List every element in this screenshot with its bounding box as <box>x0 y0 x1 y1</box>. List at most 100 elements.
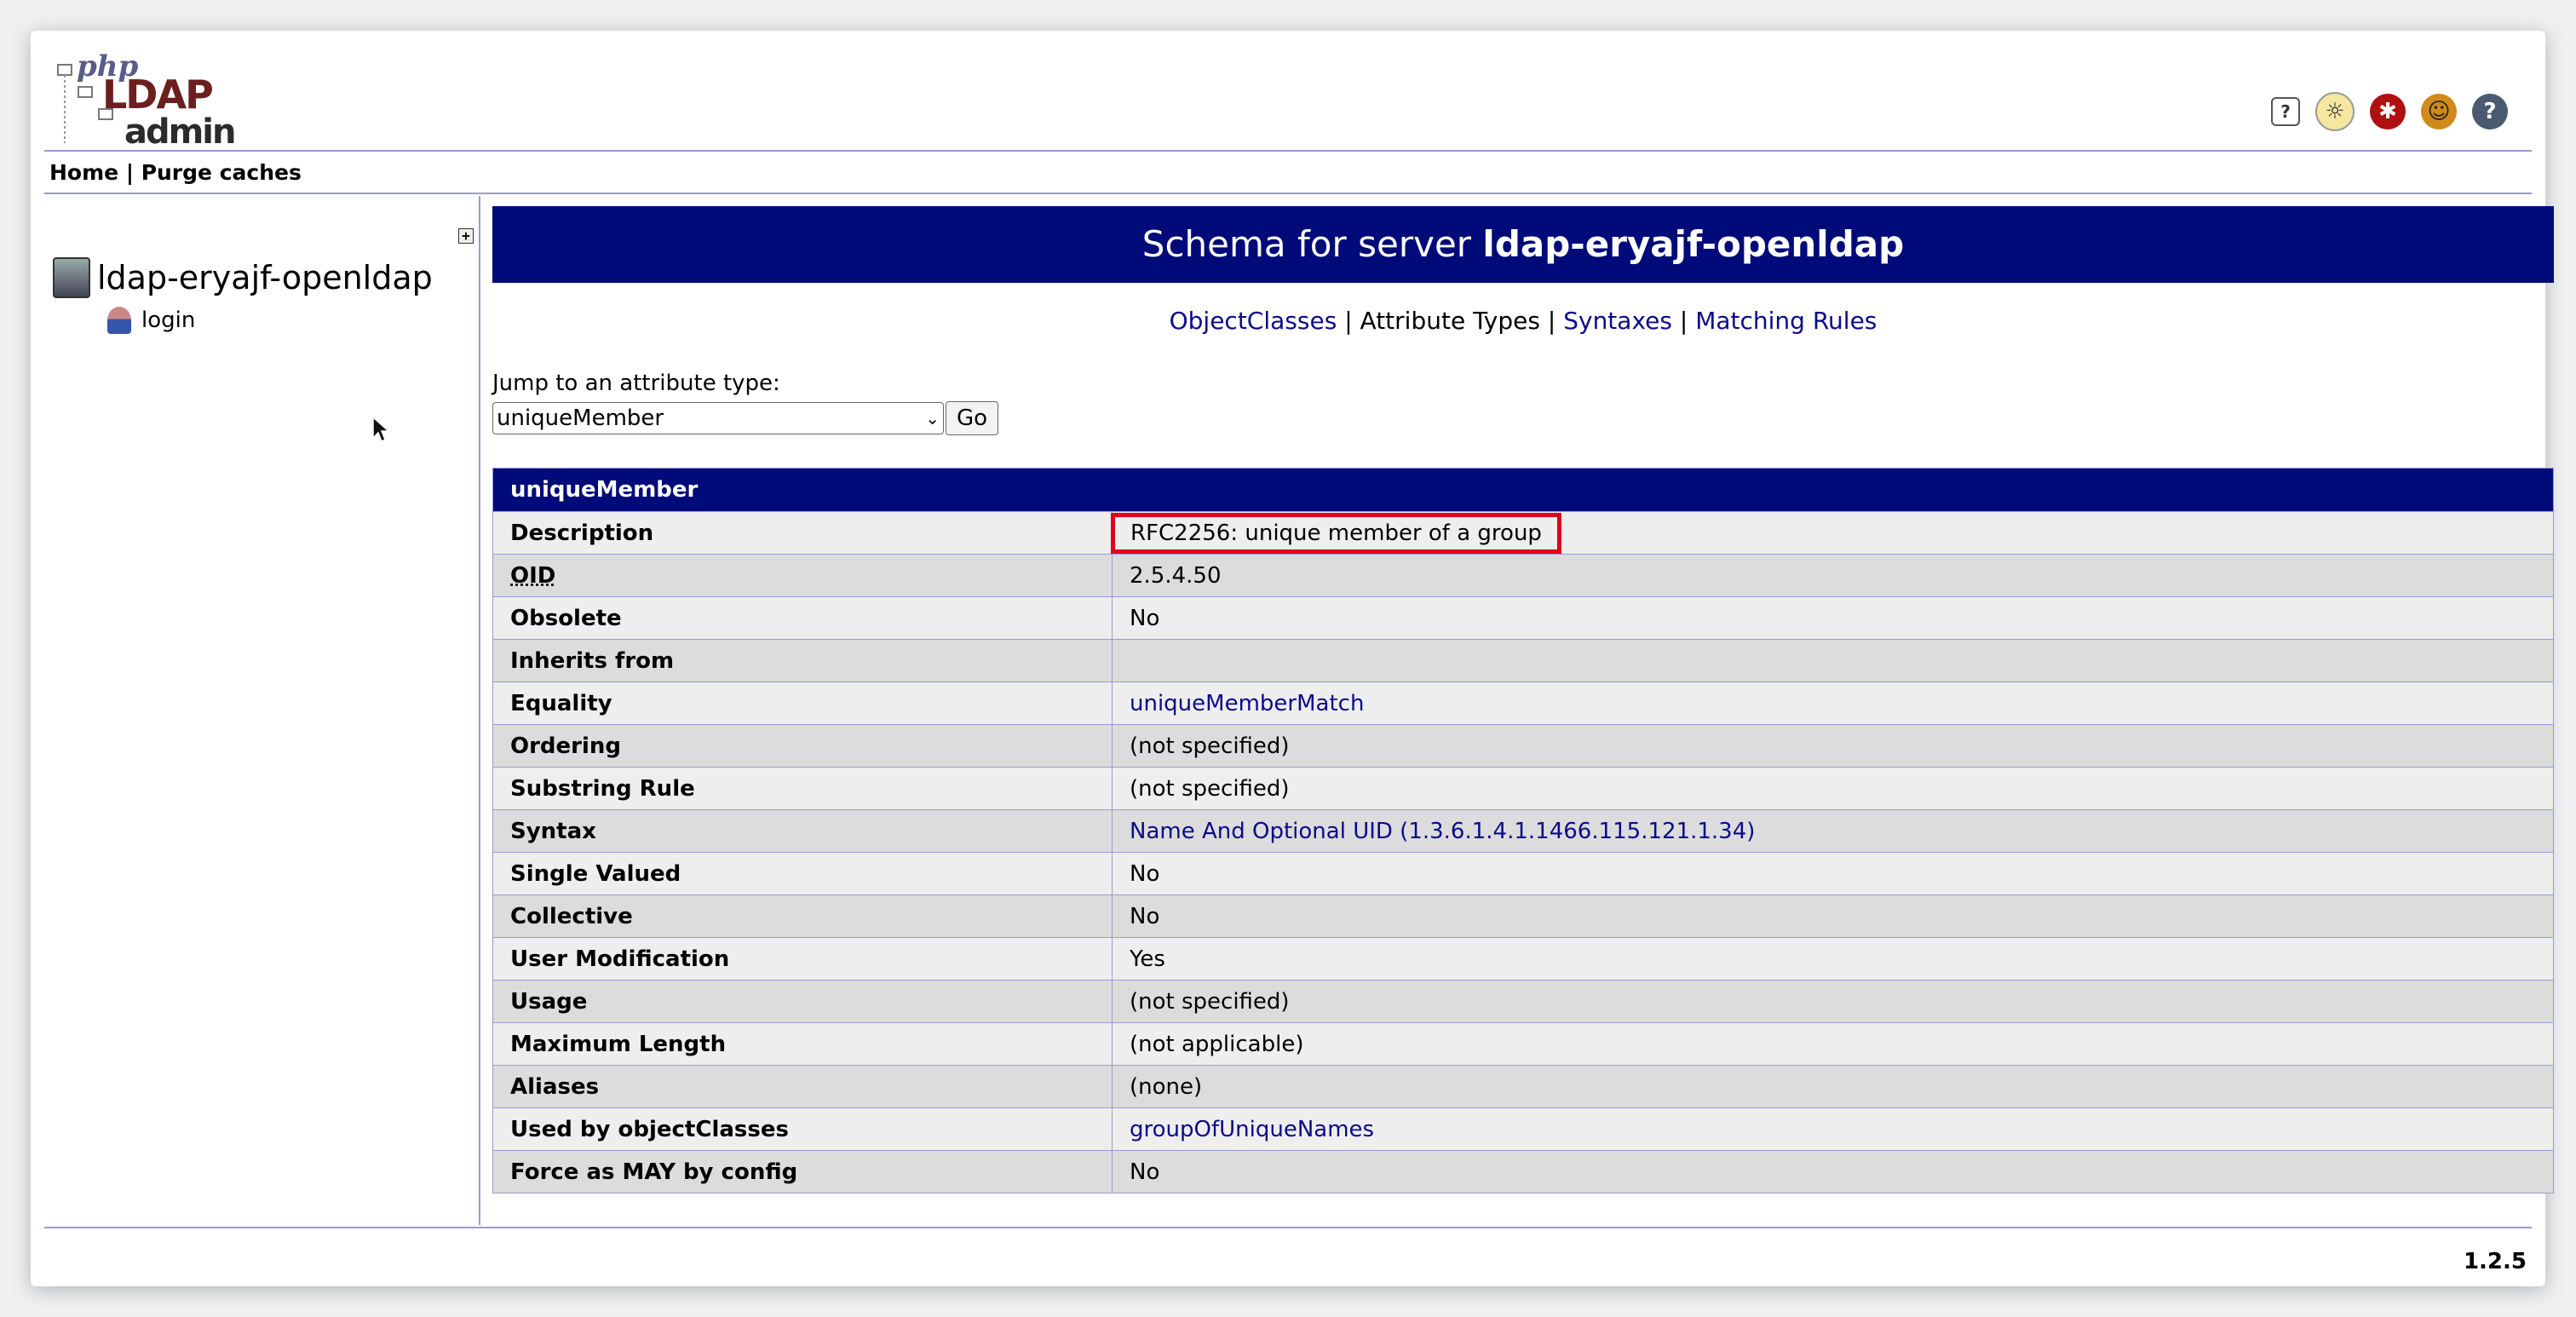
row-value: No <box>1112 894 2554 938</box>
table-row: Single Valued No <box>492 852 2554 895</box>
top-nav: Home | Purge caches <box>49 160 302 185</box>
tab-attribute-types: Attribute Types <box>1360 307 1540 335</box>
server-name[interactable]: ldap-eryajf-openldap <box>97 259 433 296</box>
table-row: Description RFC2256: unique member of a g… <box>492 511 2554 555</box>
jump-section: Jump to an attribute type: uniqueMember … <box>492 371 2554 435</box>
table-row: Syntax Name And Optional UID (1.3.6.1.4.1… <box>492 809 2554 853</box>
row-value: No <box>1112 1150 2554 1193</box>
value-text: No <box>1130 1159 1160 1185</box>
page-title: Schema for server ldap-eryajf-openldap <box>492 206 2554 283</box>
sidebar: + ldap-eryajf-openldap login <box>44 196 480 1225</box>
oid-abbr: OID <box>510 562 556 589</box>
server-tree-item[interactable]: ldap-eryajf-openldap <box>53 257 433 298</box>
go-button[interactable]: Go <box>946 401 999 435</box>
row-value: 2.5.4.50 <box>1112 554 2554 597</box>
row-key: Inherits from <box>492 639 1113 682</box>
row-value <box>1112 639 2554 682</box>
help-icon[interactable]: ? <box>2271 97 2300 126</box>
tab-syntaxes[interactable]: Syntaxes <box>1563 307 1672 335</box>
value-link[interactable]: groupOfUniqueNames <box>1130 1117 1374 1142</box>
tab-separator: | <box>1344 307 1353 335</box>
title-server: ldap-eryajf-openldap <box>1482 223 1905 265</box>
tab-separator: | <box>1679 307 1688 335</box>
row-value: (not specified) <box>1112 980 2554 1023</box>
attribute-name-header: uniqueMember <box>492 468 2554 512</box>
table-row: Equality uniqueMemberMatch <box>492 682 2554 725</box>
value-link[interactable]: uniqueMemberMatch <box>1130 691 1364 716</box>
table-row: OID 2.5.4.50 <box>492 554 2554 597</box>
question-icon[interactable]: ? <box>2472 94 2508 129</box>
expand-icon[interactable]: + <box>458 228 474 244</box>
attribute-type-select[interactable]: uniqueMember ⌄ <box>492 402 944 434</box>
row-value: (none) <box>1112 1065 2554 1108</box>
row-value: Yes <box>1112 937 2554 981</box>
header-divider <box>44 150 2532 152</box>
table-row: Substring Rule (not specified) <box>492 767 2554 810</box>
chevron-down-icon: ⌄ <box>925 408 940 428</box>
value-text: (none) <box>1130 1073 1203 1100</box>
table-row: Ordering (not specified) <box>492 724 2554 768</box>
value-text: (not specified) <box>1130 775 1290 802</box>
jump-label: Jump to an attribute type: <box>492 371 780 396</box>
table-row: Maximum Length (not applicable) <box>492 1022 2554 1066</box>
table-row: Used by objectClasses groupOfUniqueNames <box>492 1107 2554 1151</box>
value-text: No <box>1130 605 1160 631</box>
row-value: (not applicable) <box>1112 1022 2554 1066</box>
row-key: Syntax <box>492 809 1113 853</box>
app-window: php LDAP admin ? ☼ ✱ ☺ ? Home | Purge ca… <box>31 31 2554 1286</box>
purge-caches-link[interactable]: Purge caches <box>141 160 302 185</box>
row-key: Obsolete <box>492 596 1113 640</box>
table-row: Aliases (none) <box>492 1065 2554 1108</box>
smiley-icon[interactable]: ☺ <box>2421 94 2457 129</box>
tab-objectclasses[interactable]: ObjectClasses <box>1170 307 1337 335</box>
description-highlight: RFC2256: unique member of a group <box>1111 512 1561 554</box>
home-link[interactable]: Home <box>49 160 118 185</box>
table-row: User Modification Yes <box>492 937 2554 981</box>
row-key: Usage <box>492 980 1113 1023</box>
value-text: 2.5.4.50 <box>1130 562 1222 589</box>
row-key: Description <box>492 511 1113 555</box>
row-value: (not specified) <box>1112 767 2554 810</box>
server-icon <box>53 257 90 298</box>
value-text: No <box>1130 903 1160 929</box>
schema-tabs: ObjectClasses | Attribute Types | Syntax… <box>492 307 2554 335</box>
attribute-select-value: uniqueMember <box>497 405 664 431</box>
row-value: No <box>1112 852 2554 895</box>
value-text: No <box>1130 860 1160 887</box>
user-icon <box>107 307 131 334</box>
tab-matching-rules[interactable]: Matching Rules <box>1695 307 1877 335</box>
value-link[interactable]: Name And Optional UID (1.3.6.1.4.1.1466.… <box>1130 819 1755 844</box>
bug-icon[interactable]: ✱ <box>2370 94 2406 129</box>
logo-ldap: LDAP <box>102 72 214 118</box>
row-value: uniqueMemberMatch <box>1112 682 2554 725</box>
table-row: Obsolete No <box>492 596 2554 640</box>
tab-separator: | <box>1547 307 1556 335</box>
row-key: Collective <box>492 894 1113 938</box>
row-value: groupOfUniqueNames <box>1112 1107 2554 1151</box>
row-key: Force as MAY by config <box>492 1150 1113 1193</box>
table-row: Force as MAY by config No <box>492 1150 2554 1193</box>
attribute-table: uniqueMember Description RFC2256: unique … <box>492 468 2554 1193</box>
row-key: Substring Rule <box>492 767 1113 810</box>
row-key: Equality <box>492 682 1113 725</box>
row-value: (not specified) <box>1112 724 2554 768</box>
value-text: (not specified) <box>1130 988 1290 1015</box>
main-content: Schema for server ldap-eryajf-openldap O… <box>492 206 2554 1193</box>
table-row: Collective No <box>492 894 2554 938</box>
value-text: Yes <box>1130 946 1165 972</box>
login-tree-item[interactable]: login <box>107 307 195 334</box>
row-key: Aliases <box>492 1065 1113 1108</box>
version-label: 1.2.5 <box>2463 1249 2527 1274</box>
row-key: Maximum Length <box>492 1022 1113 1066</box>
row-value: No <box>1112 596 2554 640</box>
row-key: User Modification <box>492 937 1113 981</box>
mouse-cursor-icon <box>372 416 390 443</box>
lightbulb-icon[interactable]: ☼ <box>2315 92 2355 131</box>
login-link[interactable]: login <box>141 308 195 333</box>
table-row: Usage (not specified) <box>492 980 2554 1023</box>
table-row: Inherits from <box>492 639 2554 682</box>
title-prefix: Schema for server <box>1141 223 1483 265</box>
row-value: RFC2256: unique member of a group <box>1111 511 2554 555</box>
logo-admin: admin <box>124 112 236 152</box>
nav-divider <box>44 193 2532 194</box>
